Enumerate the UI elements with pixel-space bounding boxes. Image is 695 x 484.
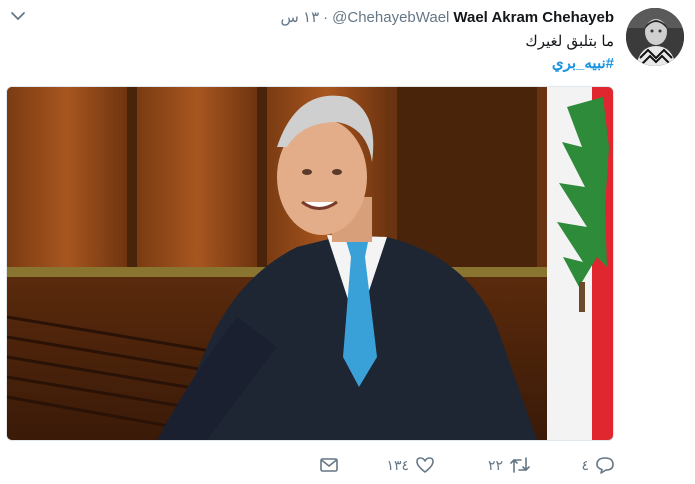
reply-count: ٤ — [581, 456, 589, 473]
envelope-icon — [320, 458, 338, 472]
author-name[interactable]: Wael Akram Chehayeb — [453, 9, 614, 26]
reply-icon — [596, 457, 614, 474]
retweet-icon — [510, 457, 530, 473]
retweet-button[interactable]: ٢٢ — [435, 455, 531, 475]
timestamp[interactable]: ١٣ س — [281, 8, 320, 26]
author-handle[interactable]: @ChehayebWael — [332, 9, 449, 26]
like-button[interactable]: ١٣٤ — [339, 455, 435, 475]
tweet[interactable]: Wael Akram Chehayeb @ChehayebWael · ١٣ س… — [0, 0, 695, 484]
direct-message-button[interactable] — [309, 456, 339, 474]
separator-dot: · — [323, 9, 329, 26]
tweet-body: ما بتلبق لغيرك #نبيه_بري — [525, 31, 614, 75]
like-count: ١٣٤ — [386, 456, 409, 473]
avatar[interactable] — [626, 8, 684, 66]
photo-image — [7, 87, 613, 440]
tweet-photo[interactable] — [6, 86, 614, 441]
tweet-header: Wael Akram Chehayeb @ChehayebWael · ١٣ س — [281, 8, 614, 26]
reply-button[interactable]: ٤ — [531, 455, 615, 475]
tweet-text: ما بتلبق لغيرك — [525, 33, 614, 50]
tweet-actions: ٤ ٢٢ ١٣٤ — [309, 455, 615, 475]
avatar-image — [626, 8, 684, 66]
heart-icon — [416, 457, 434, 473]
retweet-count: ٢٢ — [487, 456, 503, 473]
hashtag-link[interactable]: #نبيه_بري — [525, 53, 614, 75]
chevron-down-icon[interactable] — [10, 8, 26, 24]
